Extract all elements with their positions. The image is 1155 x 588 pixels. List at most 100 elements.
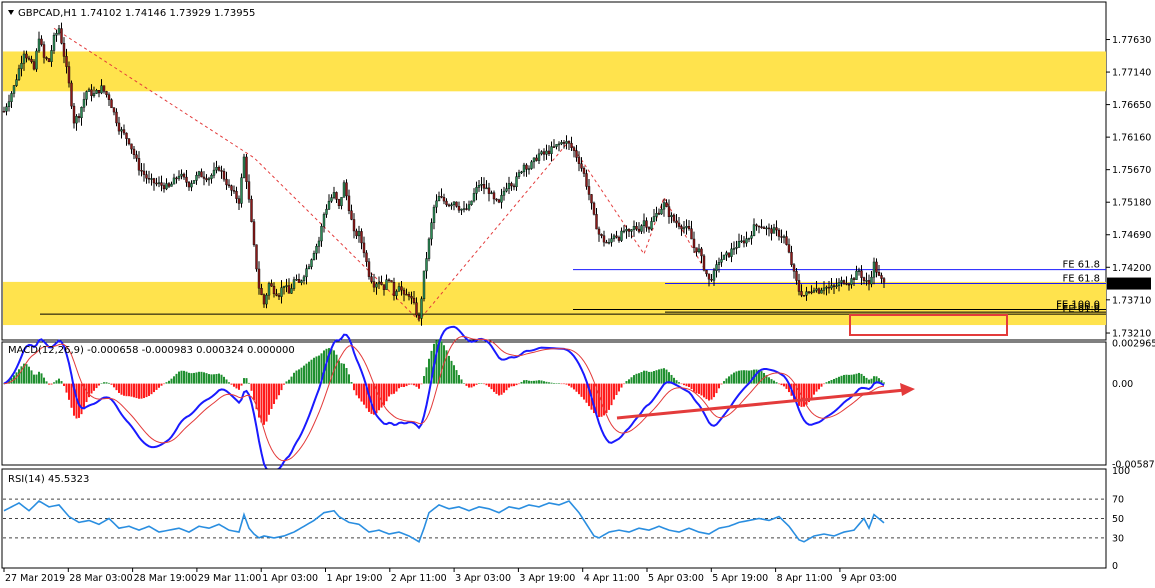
macd-histogram-bar xyxy=(740,370,743,384)
time-axis-label: 5 Apr 19:00 xyxy=(712,573,768,584)
candle-body xyxy=(530,161,533,169)
candle-body xyxy=(722,254,726,260)
candle-body xyxy=(880,275,883,279)
candle-body xyxy=(60,28,63,44)
candle-body xyxy=(317,240,321,247)
macd-histogram-bar xyxy=(245,378,248,384)
macd-histogram-bar xyxy=(660,368,663,384)
macd-histogram-bar xyxy=(53,382,55,384)
candle-body xyxy=(502,190,506,196)
candle-body xyxy=(455,201,458,207)
candle-body xyxy=(765,227,768,230)
candle-body xyxy=(782,236,786,238)
macd-histogram-bar xyxy=(268,383,270,415)
macd-histogram-bar xyxy=(620,383,623,388)
macd-histogram-bar xyxy=(28,366,30,384)
candle-body xyxy=(515,176,518,188)
candle-body xyxy=(662,202,666,210)
rsi-axis-label: 30 xyxy=(1112,533,1124,544)
rsi-axis-label: 70 xyxy=(1112,495,1124,506)
macd-histogram-bar xyxy=(228,382,230,384)
macd-histogram-bar xyxy=(275,383,278,400)
candle-body xyxy=(630,229,633,232)
macd-histogram-bar xyxy=(175,373,178,384)
macd-histogram-bar xyxy=(225,379,228,384)
candle-body xyxy=(240,177,243,204)
candle-body xyxy=(787,244,791,253)
candle-body xyxy=(845,283,848,285)
macd-histogram-bar xyxy=(718,383,720,389)
macd-histogram-bar xyxy=(315,356,318,384)
candle-body xyxy=(752,224,756,236)
candle-body xyxy=(592,202,596,215)
candle-body xyxy=(45,57,48,59)
macd-histogram-bar xyxy=(43,377,45,384)
candle-body xyxy=(157,182,161,184)
candle-body xyxy=(425,258,428,272)
candle-body xyxy=(587,186,591,195)
candle-body xyxy=(247,181,251,200)
macd-histogram-bar xyxy=(105,382,108,384)
candle-body xyxy=(757,225,761,228)
candle-body xyxy=(685,226,688,228)
candle-body xyxy=(277,295,281,297)
candle-body xyxy=(370,276,373,282)
candle-body xyxy=(47,58,51,62)
price-axis-label: 1.75180 xyxy=(1112,198,1151,209)
macd-histogram-bar xyxy=(778,383,780,385)
time-axis-label: 9 Apr 03:00 xyxy=(841,573,897,584)
candle-body xyxy=(65,56,68,67)
macd-histogram-bar xyxy=(460,379,463,384)
macd-histogram-bar xyxy=(840,375,843,384)
macd-histogram-bar xyxy=(210,374,213,384)
candle-body xyxy=(387,279,391,281)
candle-body xyxy=(385,279,388,290)
candle-body xyxy=(250,198,253,222)
candle-body xyxy=(75,116,78,124)
macd-histogram-bar xyxy=(715,383,718,394)
macd-histogram-bar xyxy=(290,376,293,384)
candle-body xyxy=(840,280,843,283)
macd-histogram-bar xyxy=(745,370,748,384)
macd-histogram-bar xyxy=(850,374,853,384)
macd-histogram-bar xyxy=(465,383,468,386)
macd-histogram-bar xyxy=(338,360,340,384)
macd-histogram-bar xyxy=(425,367,428,384)
candle-body xyxy=(797,280,801,292)
macd-histogram-bar xyxy=(400,383,403,387)
macd-histogram-bar xyxy=(835,377,838,384)
candle-body xyxy=(145,174,148,179)
macd-histogram-bar xyxy=(68,383,70,400)
macd-histogram-bar xyxy=(473,383,475,387)
macd-histogram-bar xyxy=(533,380,535,384)
macd-histogram-bar xyxy=(845,374,848,384)
macd-histogram-bar xyxy=(45,381,48,384)
macd-histogram-bar xyxy=(108,382,110,384)
candle-body xyxy=(860,270,863,278)
candle-body xyxy=(127,138,131,145)
macd-histogram-bar xyxy=(635,373,638,384)
candle-body xyxy=(700,248,703,257)
candle-body xyxy=(180,173,183,177)
price-axis-label: 1.73710 xyxy=(1112,295,1151,306)
macd-histogram-bar xyxy=(155,383,158,390)
candle-body xyxy=(467,204,471,210)
candle-body xyxy=(872,261,876,278)
candle-body xyxy=(815,288,818,291)
candle-body xyxy=(472,193,476,202)
macd-histogram-bar xyxy=(743,370,745,384)
price-axis-label: 1.75670 xyxy=(1112,165,1151,176)
candle-body xyxy=(372,281,376,288)
macd-histogram-bar xyxy=(120,383,123,395)
macd-histogram-bar xyxy=(125,383,128,397)
candle-body xyxy=(827,286,831,289)
candle-body xyxy=(427,238,431,259)
candle-body xyxy=(392,282,396,296)
macd-histogram-bar xyxy=(423,376,425,384)
candle-body xyxy=(262,294,266,305)
time-axis-label: 2 Apr 11:00 xyxy=(391,573,447,584)
macd-histogram-bar xyxy=(150,383,153,395)
price-axis-label: 1.77140 xyxy=(1112,68,1151,79)
candle-body xyxy=(687,226,691,229)
macd-histogram-bar xyxy=(55,380,58,384)
